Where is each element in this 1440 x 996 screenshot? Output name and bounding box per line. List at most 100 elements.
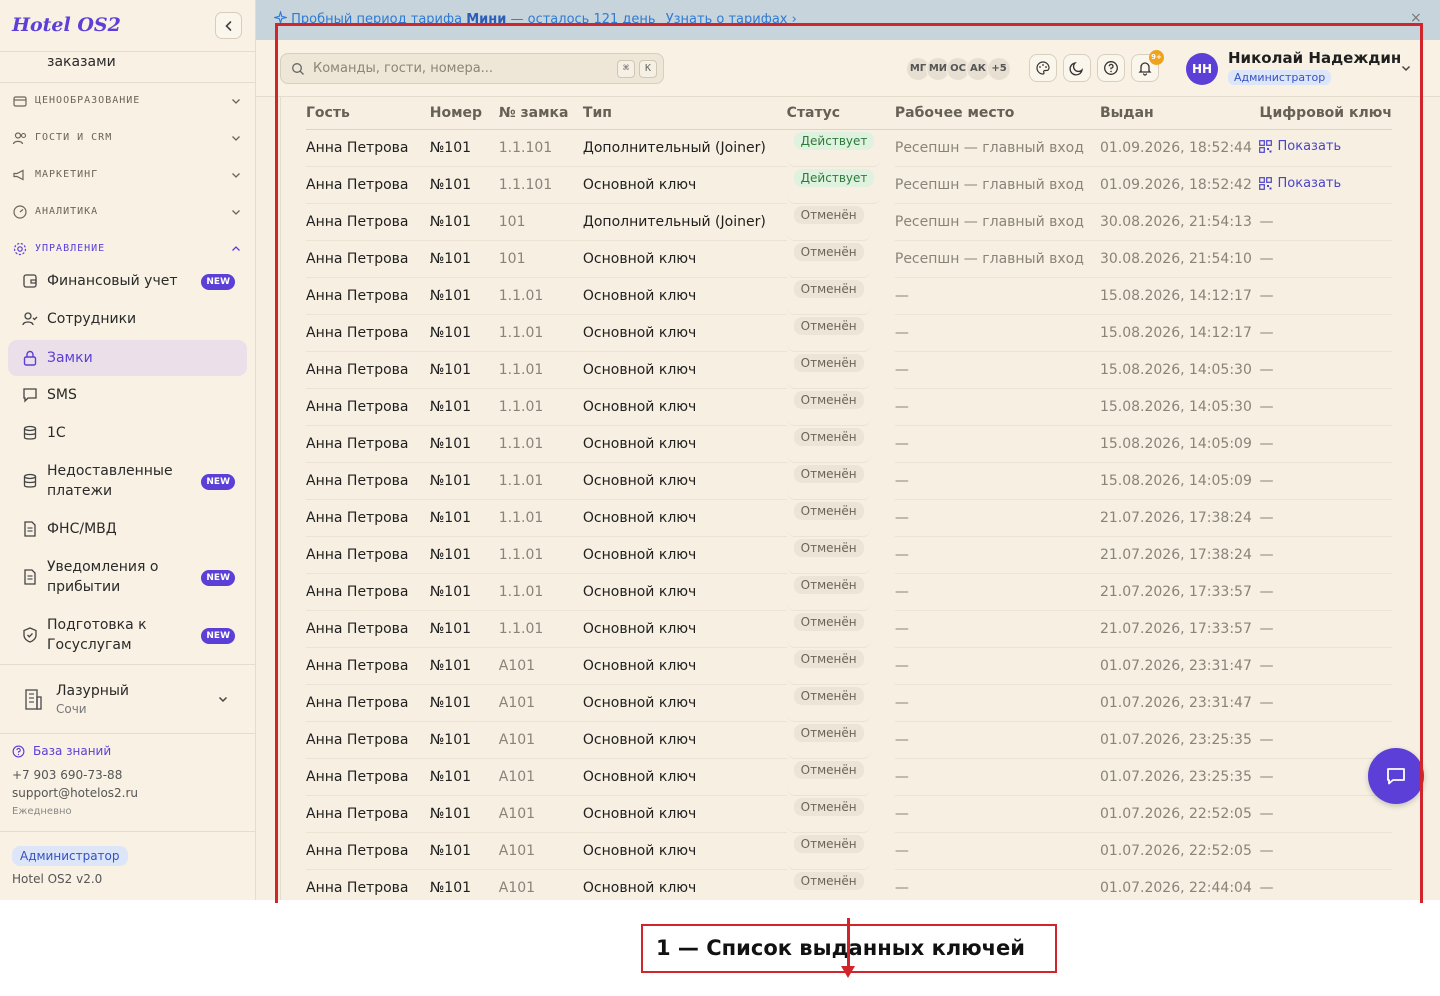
table-row[interactable]: Анна Петрова №101 1.1.01 Основной ключ Отмен… — [306, 314, 1392, 352]
table-row[interactable]: Анна Петрова №101 1.1.01 Основной ключ Отмен… — [306, 610, 1392, 648]
sidebar-item-orders[interactable]: заказами — [8, 52, 247, 80]
sidebar-item-label: 1С — [47, 425, 66, 441]
avatar-more[interactable]: +5 — [987, 57, 1011, 81]
sidebar-item-arrival-notices[interactable]: Уведомления о прибытии NEW — [8, 554, 247, 600]
table-row[interactable]: Анна Петрова №101 A101 Основной ключ Отменён… — [306, 869, 1392, 900]
trial-plan: Мини — [466, 12, 507, 27]
trial-banner: Пробный период тарифа Мини — осталось 12… — [256, 0, 1440, 40]
table-row[interactable]: Анна Петрова №101 1.1.101 Основной ключ Дейс… — [306, 166, 1392, 204]
column-header-status[interactable]: Статус — [786, 97, 895, 130]
cell-room: №101 — [429, 758, 499, 796]
section-marketing[interactable]: МАРКЕТИНГ — [0, 165, 255, 185]
sidebar-item-locks[interactable]: Замки — [8, 340, 247, 376]
hotel-name: Лазурный — [56, 683, 130, 699]
cell-key-type: Дополнительный (Joiner) — [582, 203, 787, 241]
column-header-type[interactable]: Тип — [582, 97, 787, 130]
table-row[interactable]: Анна Петрова №101 1.1.101 Дополнительный (J… — [306, 129, 1392, 167]
cell-lock-number: A101 — [498, 721, 583, 759]
cell-key-type: Основной ключ — [582, 388, 787, 426]
table-row[interactable]: Анна Петрова №101 1.1.01 Основной ключ Отмен… — [306, 388, 1392, 426]
column-header-room[interactable]: Номер — [429, 97, 499, 130]
user-avatar[interactable]: НН — [1186, 53, 1218, 85]
hotel-switcher[interactable]: Лазурный Сочи — [0, 665, 255, 733]
knowledge-base-link[interactable]: База знаний — [12, 744, 111, 758]
cell-issued-at: 30.08.2026, 21:54:13 — [1099, 203, 1260, 241]
table-row[interactable]: Анна Петрова №101 1.1.01 Основной ключ Отмен… — [306, 277, 1392, 315]
cell-issued-at: 01.07.2026, 22:52:05 — [1099, 832, 1260, 870]
support-phone[interactable]: +7 903 690-73-88 — [12, 768, 122, 782]
close-banner-button[interactable]: × — [1410, 10, 1422, 26]
moon-icon — [1069, 61, 1084, 76]
table-row[interactable]: Анна Петрова №101 A101 Основной ключ Отменён… — [306, 647, 1392, 685]
cell-key-type: Основной ключ — [582, 425, 787, 463]
annotation-arrow — [847, 918, 850, 970]
table-row[interactable]: Анна Петрова №101 A101 Основной ключ Отменён… — [306, 684, 1392, 722]
help-button[interactable] — [1097, 54, 1125, 82]
cell-room: №101 — [429, 573, 499, 611]
cell-key-type: Основной ключ — [582, 832, 787, 870]
table-row[interactable]: Анна Петрова №101 1.1.01 Основной ключ Отмен… — [306, 536, 1392, 574]
cell-key-type: Основной ключ — [582, 795, 787, 833]
support-email[interactable]: support@hotelos2.ru — [12, 786, 138, 800]
sidebar-item-finance[interactable]: Финансовый учет NEW — [8, 263, 247, 299]
cell-lock-number: 1.1.01 — [498, 462, 583, 500]
table-row[interactable]: Анна Петрова №101 A101 Основной ключ Отменён… — [306, 758, 1392, 796]
search-input[interactable]: Команды, гости, номера... ⌘ K — [280, 53, 664, 84]
cell-guest: Анна Петрова — [306, 684, 430, 722]
help-circle-icon — [1104, 61, 1118, 75]
collapse-sidebar-button[interactable] — [215, 12, 242, 39]
show-digital-key-link[interactable]: Показать — [1259, 176, 1341, 191]
chevron-down-icon[interactable] — [1400, 62, 1412, 74]
table-row[interactable]: Анна Петрова №101 A101 Основной ключ Отменён… — [306, 795, 1392, 833]
sidebar-item-fns-mvd[interactable]: ФНС/МВД — [8, 511, 247, 547]
table-row[interactable]: Анна Петрова №101 1.1.01 Основной ключ Отмен… — [306, 573, 1392, 611]
show-digital-key-link[interactable]: Показать — [1259, 139, 1341, 154]
sidebar-item-gosuslugi[interactable]: Подготовка к Госуслугам NEW — [8, 612, 247, 658]
cell-key-type: Основной ключ — [582, 684, 787, 722]
notifications-button[interactable]: 9+ — [1131, 50, 1164, 82]
sidebar-item-failed-payments[interactable]: Недоставленные платежи NEW — [8, 458, 247, 504]
sidebar-item-sms[interactable]: SMS — [8, 377, 247, 413]
column-header-digital-key[interactable]: Цифровой ключ — [1259, 97, 1392, 130]
dark-mode-button[interactable] — [1063, 54, 1091, 82]
sidebar-item-1c[interactable]: 1С — [8, 415, 247, 451]
cell-room: №101 — [429, 869, 499, 900]
cell-digital-key: — — [1259, 240, 1392, 278]
cell-digital-key: — — [1259, 536, 1392, 574]
sidebar-item-staff[interactable]: Сотрудники — [8, 301, 247, 337]
column-header-lock[interactable]: № замка — [498, 97, 583, 130]
cell-room: №101 — [429, 203, 499, 241]
pricing-link[interactable]: Узнать о тарифах › — [666, 12, 797, 27]
table-row[interactable]: Анна Петрова №101 A101 Основной ключ Отменён… — [306, 832, 1392, 870]
section-guests-crm[interactable]: ГОСТИ И CRM — [0, 128, 255, 148]
table-row[interactable]: Анна Петрова №101 101 Основной ключ Отменён Р… — [306, 240, 1392, 278]
table-row[interactable]: Анна Петрова №101 A101 Основной ключ Отменён… — [306, 721, 1392, 759]
column-header-workplace[interactable]: Рабочее место — [894, 97, 1100, 130]
table-row[interactable]: Анна Петрова №101 1.1.01 Основной ключ Отмен… — [306, 499, 1392, 537]
user-name[interactable]: Николай Надеждин — [1228, 49, 1401, 67]
section-pricing[interactable]: ЦЕНООБРАЗОВАНИЕ — [0, 91, 255, 111]
table-row[interactable]: Анна Петрова №101 1.1.01 Основной ключ Отмен… — [306, 462, 1392, 500]
cell-workplace: — — [894, 388, 1100, 426]
theme-palette-button[interactable] — [1029, 54, 1057, 82]
cell-guest: Анна Петрова — [306, 240, 430, 278]
column-header-guest[interactable]: Гость — [306, 97, 430, 130]
table-row[interactable]: Анна Петрова №101 1.1.01 Основной ключ Отмен… — [306, 425, 1392, 463]
status-badge: Отменён — [793, 390, 864, 409]
table-row[interactable]: Анна Петрова №101 1.1.01 Основной ключ Отмен… — [306, 351, 1392, 389]
cell-room: №101 — [429, 240, 499, 278]
status-badge: Отменён — [793, 797, 864, 816]
show-link-label: Показать — [1277, 138, 1342, 154]
cell-workplace: — — [894, 536, 1100, 574]
cell-guest: Анна Петрова — [306, 388, 430, 426]
cell-room: №101 — [429, 462, 499, 500]
section-analytics[interactable]: АНАЛИТИКА — [0, 202, 255, 222]
app-logo[interactable]: Hotel OS2 — [12, 14, 121, 36]
top-header: Команды, гости, номера... ⌘ K МГ МИ ОС А… — [256, 40, 1440, 97]
chat-button[interactable] — [1368, 748, 1424, 804]
section-management[interactable]: УПРАВЛЕНИЕ — [0, 239, 255, 259]
cell-lock-number: 1.1.101 — [498, 129, 583, 167]
column-header-issued[interactable]: Выдан — [1099, 97, 1260, 130]
status-badge: Отменён — [793, 353, 864, 372]
table-row[interactable]: Анна Петрова №101 101 Дополнительный (Joine… — [306, 203, 1392, 241]
